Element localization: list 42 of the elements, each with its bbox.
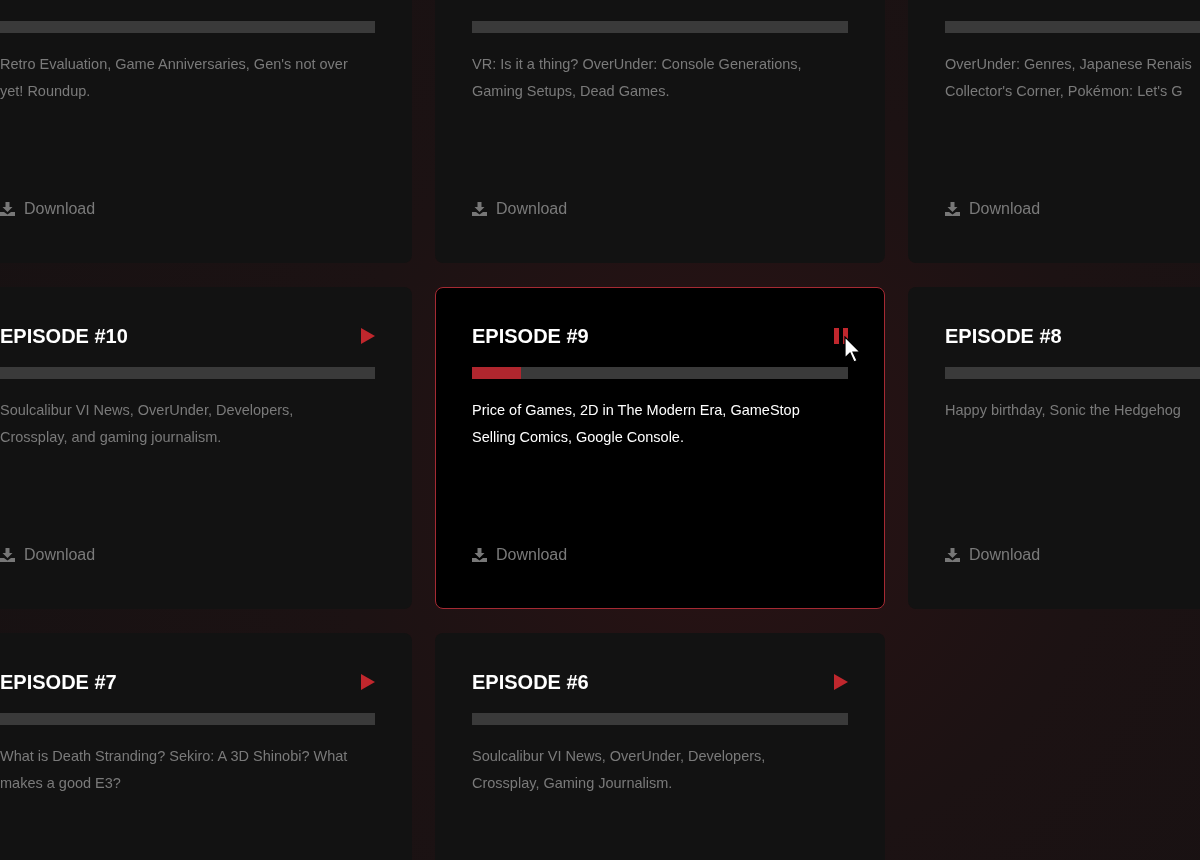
download-icon: [0, 202, 15, 216]
play-icon[interactable]: [361, 674, 375, 690]
play-icon[interactable]: [834, 674, 848, 690]
download-icon: [472, 202, 487, 216]
download-icon: [472, 548, 487, 562]
episode-description: Retro Evaluation, Game Anniversaries, Gen's not over: [0, 55, 349, 74]
download-link[interactable]: Download: [945, 199, 1041, 219]
episode-description: Crossplay, and gaming journalism.: [0, 428, 223, 447]
episode-title: EPISODE #9: [472, 324, 589, 349]
download-link[interactable]: Download: [0, 199, 96, 219]
episode-title: EPISODE #6: [472, 670, 589, 695]
episode-title: EPISODE #7: [0, 670, 117, 695]
download-link[interactable]: Download: [472, 199, 568, 219]
episode-description: Gaming Setups, Dead Games.: [472, 82, 671, 101]
play-icon[interactable]: [361, 328, 375, 344]
progress-track[interactable]: [472, 367, 848, 379]
mouse-pointer-icon: [844, 336, 862, 364]
episode-title: EPISODE #10: [0, 324, 128, 349]
download-icon: [0, 548, 15, 562]
episode-description: What is Death Stranding? Sekiro: A 3D Shinobi? What: [0, 747, 349, 766]
progress-track[interactable]: [472, 713, 848, 725]
episode-description: Soulcalibur VI News, OverUnder, Developers,: [0, 401, 295, 420]
download-link[interactable]: Download: [472, 545, 568, 565]
progress-track[interactable]: [0, 21, 375, 33]
episode-description: Crossplay, Gaming Journalism.: [472, 774, 674, 793]
download-link[interactable]: Download: [945, 545, 1041, 565]
episode-description: makes a good E3?: [0, 774, 122, 793]
progress-track[interactable]: [0, 713, 375, 725]
download-icon: [945, 202, 960, 216]
progress-track[interactable]: [472, 21, 848, 33]
episode-description: Collector's Corner, Pokémon: Let's G: [945, 82, 1184, 101]
episode-description: yet! Roundup.: [0, 82, 92, 101]
episode-description: OverUnder: Genres, Japanese Renais: [945, 55, 1193, 74]
episode-description: Selling Comics, Google Console.: [472, 428, 685, 447]
episode-title: EPISODE #8: [945, 324, 1062, 349]
progress-track[interactable]: [0, 367, 375, 379]
episode-description: Happy birthday, Sonic the Hedgehog: [945, 401, 1182, 420]
download-link[interactable]: Download: [0, 545, 96, 565]
episode-description: VR: Is it a thing? OverUnder: Console Generations,: [472, 55, 803, 74]
episode-description: Soulcalibur VI News, OverUnder, Developers,: [472, 747, 767, 766]
episode-description: Price of Games, 2D in The Modern Era, GameStop: [472, 401, 801, 420]
download-icon: [945, 548, 960, 562]
